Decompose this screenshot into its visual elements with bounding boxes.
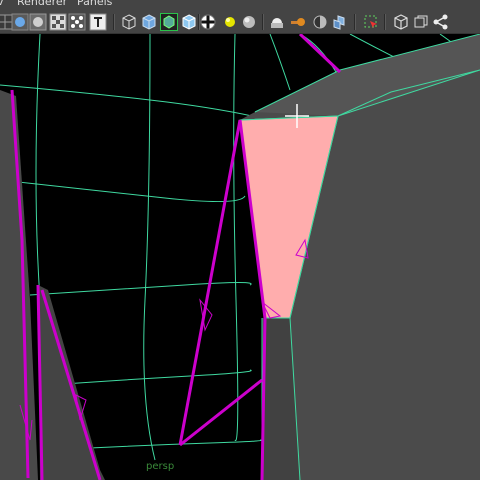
wireframe-on-shaded-icon[interactable] [160, 13, 178, 31]
circle-icon[interactable] [29, 13, 47, 31]
shadow-sphere-icon[interactable] [240, 13, 258, 31]
select-region-icon[interactable] [362, 13, 380, 31]
xray-cube-icon[interactable] [180, 13, 198, 31]
frame-icon[interactable] [412, 13, 430, 31]
menu-renderer[interactable]: Renderer [17, 0, 67, 9]
maya-viewport-app: v Renderer Panels persp [0, 0, 480, 480]
toolbar-separator [262, 14, 264, 30]
motion-blur-icon[interactable] [289, 13, 307, 31]
sphere-icon[interactable] [11, 13, 29, 31]
panel-menu-bar: v Renderer Panels [0, 0, 480, 10]
wireframe-cube-icon[interactable] [120, 13, 138, 31]
perspective-viewport[interactable] [0, 34, 480, 480]
light-bulb-icon[interactable] [221, 13, 239, 31]
toolbar-separator [354, 14, 356, 30]
menu-view[interactable]: v [0, 0, 4, 9]
dots-icon[interactable] [68, 13, 86, 31]
isolate-icon[interactable] [331, 13, 349, 31]
panel-toolbar [0, 10, 480, 34]
cube-outline-icon[interactable] [392, 13, 410, 31]
checker-icon[interactable] [49, 13, 67, 31]
shaded-cube-icon[interactable] [140, 13, 158, 31]
toolbar-separator [113, 14, 115, 30]
viewport-scene[interactable] [0, 34, 480, 480]
share-nodes-icon[interactable] [432, 13, 450, 31]
menu-panels[interactable]: Panels [77, 0, 112, 9]
text-icon[interactable] [89, 13, 107, 31]
camera-label: persp [146, 461, 175, 472]
toolbar-separator [384, 14, 386, 30]
checker-texture-icon[interactable] [199, 13, 217, 31]
half-sphere-icon[interactable] [311, 13, 329, 31]
camera-icon[interactable] [268, 13, 286, 31]
